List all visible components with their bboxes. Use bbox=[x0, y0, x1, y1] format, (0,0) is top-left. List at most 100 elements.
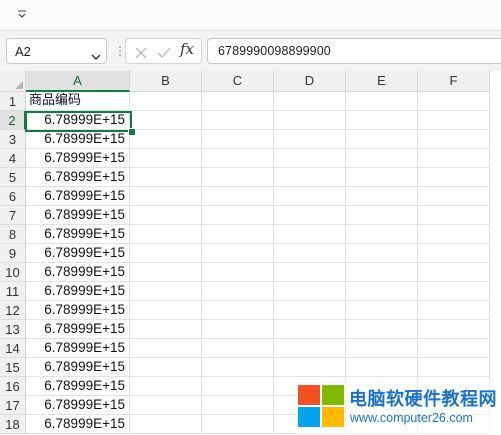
row-header-8[interactable]: 8 bbox=[0, 225, 26, 244]
fill-handle[interactable] bbox=[128, 128, 136, 136]
row-header-4[interactable]: 4 bbox=[0, 149, 26, 168]
cell-c15[interactable] bbox=[202, 358, 274, 377]
cell-a1[interactable]: 商品编码 bbox=[26, 92, 130, 111]
cell-d15[interactable] bbox=[274, 358, 346, 377]
enter-check-icon[interactable] bbox=[157, 45, 171, 59]
cell-d2[interactable] bbox=[274, 111, 346, 130]
cell-c16[interactable] bbox=[202, 377, 274, 396]
cell-d14[interactable] bbox=[274, 339, 346, 358]
cell-c9[interactable] bbox=[202, 244, 274, 263]
cell-c6[interactable] bbox=[202, 187, 274, 206]
row-header-6[interactable]: 6 bbox=[0, 187, 26, 206]
cell-c7[interactable] bbox=[202, 206, 274, 225]
cell-a3[interactable]: 6.78999E+15 bbox=[26, 130, 130, 149]
cell-c14[interactable] bbox=[202, 339, 274, 358]
cell-a16[interactable]: 6.78999E+15 bbox=[26, 377, 130, 396]
cell-b8[interactable] bbox=[130, 225, 202, 244]
cell-f7[interactable] bbox=[418, 206, 490, 225]
row-header-1[interactable]: 1 bbox=[0, 92, 26, 111]
column-header-a[interactable]: A bbox=[26, 71, 130, 92]
cell-b13[interactable] bbox=[130, 320, 202, 339]
row-header-2[interactable]: 2 bbox=[0, 111, 26, 130]
cell-d13[interactable] bbox=[274, 320, 346, 339]
formula-bar-splitter[interactable]: ⋮ bbox=[114, 42, 126, 60]
cell-d7[interactable] bbox=[274, 206, 346, 225]
cell-d10[interactable] bbox=[274, 263, 346, 282]
cell-e14[interactable] bbox=[346, 339, 418, 358]
cell-a17[interactable]: 6.78999E+15 bbox=[26, 396, 130, 415]
cell-e8[interactable] bbox=[346, 225, 418, 244]
select-all-button[interactable] bbox=[0, 71, 26, 92]
row-header-9[interactable]: 9 bbox=[0, 244, 26, 263]
cell-a8[interactable]: 6.78999E+15 bbox=[26, 225, 130, 244]
cell-a13[interactable]: 6.78999E+15 bbox=[26, 320, 130, 339]
cell-b11[interactable] bbox=[130, 282, 202, 301]
formula-input[interactable]: 6789990098899900 bbox=[207, 38, 501, 64]
column-header-e[interactable]: E bbox=[346, 71, 418, 92]
row-header-7[interactable]: 7 bbox=[0, 206, 26, 225]
cell-e13[interactable] bbox=[346, 320, 418, 339]
cell-b4[interactable] bbox=[130, 149, 202, 168]
cell-e2[interactable] bbox=[346, 111, 418, 130]
column-header-b[interactable]: B bbox=[130, 71, 202, 92]
column-header-c[interactable]: C bbox=[202, 71, 274, 92]
cell-f3[interactable] bbox=[418, 130, 490, 149]
cell-f8[interactable] bbox=[418, 225, 490, 244]
cell-e7[interactable] bbox=[346, 206, 418, 225]
cell-b2[interactable] bbox=[130, 111, 202, 130]
cell-b9[interactable] bbox=[130, 244, 202, 263]
cell-c11[interactable] bbox=[202, 282, 274, 301]
cell-c18[interactable] bbox=[202, 415, 274, 434]
cell-f14[interactable] bbox=[418, 339, 490, 358]
worksheet-grid[interactable]: A B C D E F 1 商品编码 2 6.78999E+15 3 6.78999E+15 4 6.78… bbox=[0, 71, 501, 435]
insert-function-button[interactable]: fx bbox=[180, 40, 194, 58]
cell-b17[interactable] bbox=[130, 396, 202, 415]
cell-d11[interactable] bbox=[274, 282, 346, 301]
cell-f13[interactable] bbox=[418, 320, 490, 339]
row-header-10[interactable]: 10 bbox=[0, 263, 26, 282]
cell-a14[interactable]: 6.78999E+15 bbox=[26, 339, 130, 358]
cell-b1[interactable] bbox=[130, 92, 202, 111]
cell-a15[interactable]: 6.78999E+15 bbox=[26, 358, 130, 377]
cell-d3[interactable] bbox=[274, 130, 346, 149]
cell-c3[interactable] bbox=[202, 130, 274, 149]
cell-c5[interactable] bbox=[202, 168, 274, 187]
cell-a5[interactable]: 6.78999E+15 bbox=[26, 168, 130, 187]
cell-e3[interactable] bbox=[346, 130, 418, 149]
cell-c2[interactable] bbox=[202, 111, 274, 130]
row-header-14[interactable]: 14 bbox=[0, 339, 26, 358]
cell-b5[interactable] bbox=[130, 168, 202, 187]
cell-d9[interactable] bbox=[274, 244, 346, 263]
cell-d4[interactable] bbox=[274, 149, 346, 168]
cell-e11[interactable] bbox=[346, 282, 418, 301]
cell-c4[interactable] bbox=[202, 149, 274, 168]
cell-a9[interactable]: 6.78999E+15 bbox=[26, 244, 130, 263]
row-header-13[interactable]: 13 bbox=[0, 320, 26, 339]
cell-c13[interactable] bbox=[202, 320, 274, 339]
row-header-12[interactable]: 12 bbox=[0, 301, 26, 320]
cell-a10[interactable]: 6.78999E+15 bbox=[26, 263, 130, 282]
cell-a4[interactable]: 6.78999E+15 bbox=[26, 149, 130, 168]
column-header-f[interactable]: F bbox=[418, 71, 490, 92]
row-header-16[interactable]: 16 bbox=[0, 377, 26, 396]
cell-f10[interactable] bbox=[418, 263, 490, 282]
row-header-11[interactable]: 11 bbox=[0, 282, 26, 301]
cell-a12[interactable]: 6.78999E+15 bbox=[26, 301, 130, 320]
cell-f4[interactable] bbox=[418, 149, 490, 168]
customize-qat-icon[interactable] bbox=[14, 5, 30, 21]
cell-d8[interactable] bbox=[274, 225, 346, 244]
cell-d5[interactable] bbox=[274, 168, 346, 187]
cell-d6[interactable] bbox=[274, 187, 346, 206]
cell-e6[interactable] bbox=[346, 187, 418, 206]
cell-e4[interactable] bbox=[346, 149, 418, 168]
cell-b15[interactable] bbox=[130, 358, 202, 377]
cell-b6[interactable] bbox=[130, 187, 202, 206]
cell-f1[interactable] bbox=[418, 92, 490, 111]
cell-f2[interactable] bbox=[418, 111, 490, 130]
cell-c10[interactable] bbox=[202, 263, 274, 282]
cell-c8[interactable] bbox=[202, 225, 274, 244]
cell-a2[interactable]: 6.78999E+15 bbox=[26, 111, 130, 130]
row-header-5[interactable]: 5 bbox=[0, 168, 26, 187]
cell-e12[interactable] bbox=[346, 301, 418, 320]
cell-b12[interactable] bbox=[130, 301, 202, 320]
